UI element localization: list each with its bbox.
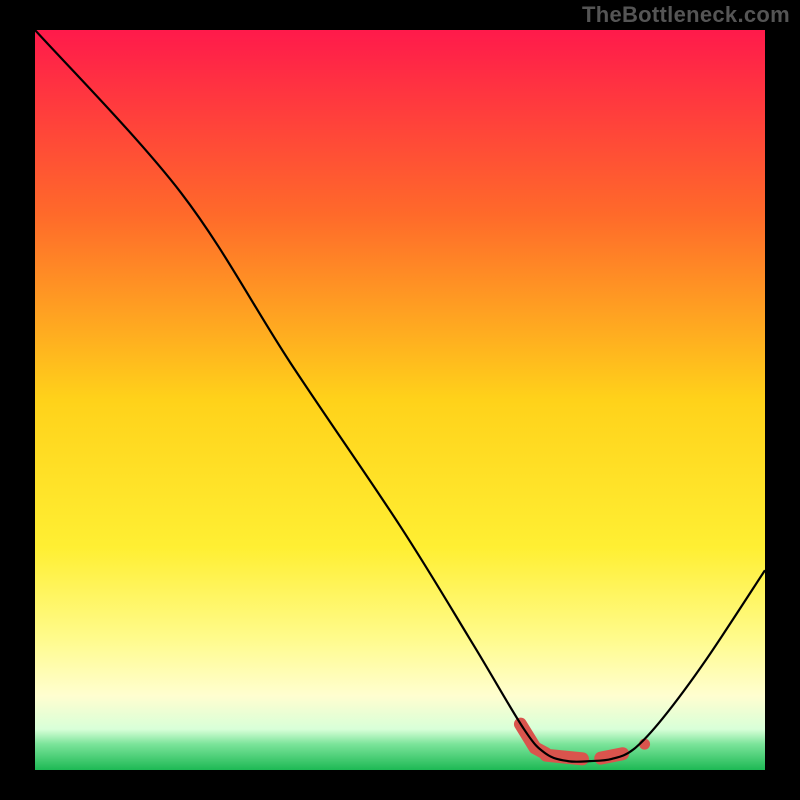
bottleneck-chart: [0, 0, 800, 800]
plot-background: [35, 30, 765, 770]
watermark-text: TheBottleneck.com: [582, 2, 790, 28]
chart-container: TheBottleneck.com: [0, 0, 800, 800]
